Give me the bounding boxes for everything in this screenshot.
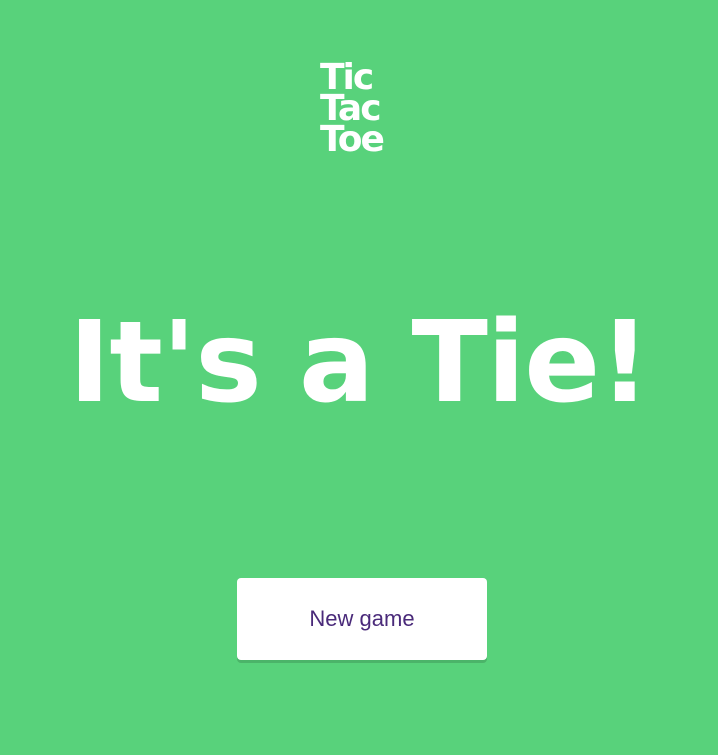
new-game-button[interactable]: New game — [237, 578, 487, 660]
game-logo: Tic Tac Toe — [320, 60, 402, 160]
logo-line-toe: Toe — [320, 119, 385, 160]
game-result-message: It's a Tie! — [68, 298, 651, 428]
